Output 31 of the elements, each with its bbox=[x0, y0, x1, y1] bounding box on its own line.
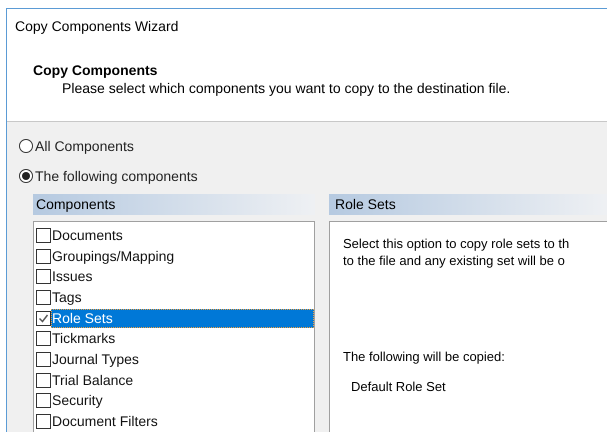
list-item[interactable]: Journal Types bbox=[51, 350, 314, 370]
header-title: Copy Components bbox=[33, 61, 158, 79]
list-item[interactable]: Issues bbox=[51, 267, 314, 286]
list-item[interactable]: Document Filters bbox=[51, 412, 314, 432]
header-subtitle: Please select which components you want to copy to the destination file. bbox=[61, 79, 512, 97]
radio-label[interactable]: All Components bbox=[35, 137, 134, 156]
checkbox[interactable] bbox=[36, 393, 51, 408]
list-item[interactable]: Groupings/Mapping bbox=[51, 246, 314, 266]
checkbox[interactable] bbox=[36, 269, 51, 284]
copied-label: The following will be copied: bbox=[343, 348, 506, 366]
checkbox[interactable] bbox=[36, 228, 51, 243]
list-item[interactable]: Trial Balance bbox=[51, 370, 314, 390]
checkbox[interactable] bbox=[36, 248, 51, 264]
checkbox[interactable] bbox=[36, 352, 51, 368]
copied-item: Default Role Set bbox=[351, 378, 447, 396]
radio-button[interactable] bbox=[19, 169, 33, 184]
radio-button[interactable] bbox=[19, 139, 33, 154]
description-text: Select this option to copy role sets to th bbox=[343, 235, 570, 252]
list-item[interactable]: Tags bbox=[51, 288, 314, 308]
list-item[interactable]: Security bbox=[51, 391, 314, 410]
checkbox[interactable] bbox=[36, 290, 51, 306]
list-item[interactable]: Documents bbox=[51, 226, 314, 245]
checkbox[interactable] bbox=[36, 310, 51, 326]
radio-label[interactable]: The following components bbox=[35, 167, 198, 186]
description-text: to the file and any existing set will be o bbox=[343, 252, 566, 270]
checkbox[interactable] bbox=[36, 372, 51, 388]
checkbox[interactable] bbox=[36, 414, 51, 430]
list-item[interactable]: Tickmarks bbox=[51, 329, 314, 348]
list-item[interactable]: Role Sets bbox=[51, 308, 314, 328]
window-title: Copy Components Wizard bbox=[14, 17, 180, 35]
checkbox[interactable] bbox=[36, 331, 51, 346]
